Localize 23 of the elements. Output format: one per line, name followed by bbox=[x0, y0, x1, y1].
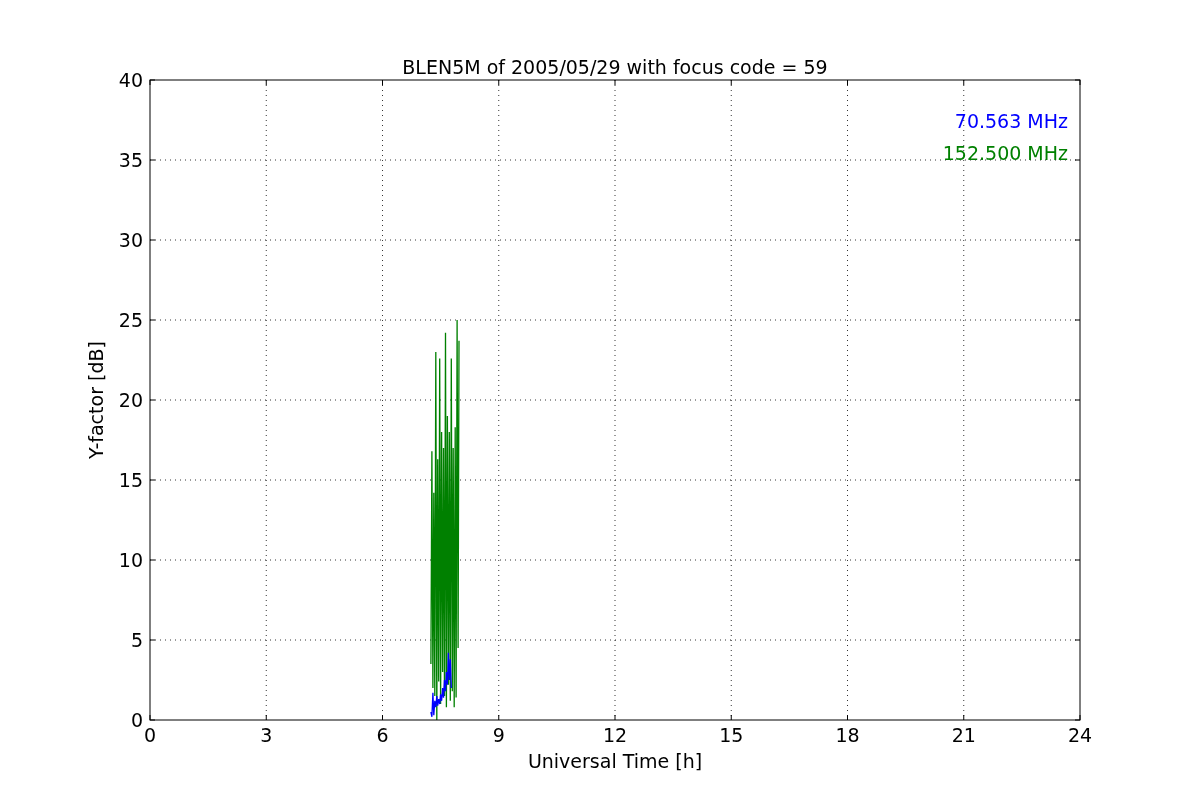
x-tick-label: 3 bbox=[260, 724, 273, 746]
chart-title: BLEN5M of 2005/05/29 with focus code = 59 bbox=[402, 56, 828, 78]
x-tick-label: 6 bbox=[376, 724, 389, 746]
y-tick-label: 40 bbox=[118, 69, 143, 91]
y-tick-label: 10 bbox=[118, 549, 143, 571]
y-tick-label: 30 bbox=[118, 229, 143, 251]
y-tick-label: 0 bbox=[130, 709, 143, 731]
y-tick-label: 15 bbox=[118, 469, 143, 491]
x-tick-label: 0 bbox=[143, 724, 157, 746]
legend-label: 152.500 MHz bbox=[942, 142, 1068, 164]
y-tick-label: 25 bbox=[118, 309, 143, 331]
y-axis-label: Y-factor [dB] bbox=[85, 341, 107, 459]
x-tick-label: 24 bbox=[1067, 724, 1093, 746]
x-tick-label: 15 bbox=[719, 724, 744, 746]
x-tick-label: 18 bbox=[835, 724, 860, 746]
y-tick-label: 35 bbox=[118, 149, 143, 171]
y-tick-label: 20 bbox=[118, 389, 143, 411]
x-tick-label: 12 bbox=[602, 724, 628, 746]
legend-label: 70.563 MHz bbox=[954, 110, 1068, 132]
x-axis-label: Universal Time [h] bbox=[527, 750, 703, 772]
y-tick-label: 5 bbox=[130, 629, 143, 651]
x-tick-label: 9 bbox=[492, 724, 505, 746]
x-tick-label: 21 bbox=[951, 724, 976, 746]
